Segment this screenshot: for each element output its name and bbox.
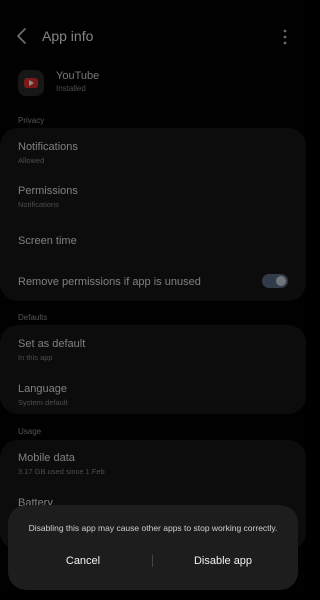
system-nav-bar <box>0 590 306 600</box>
disable-app-dialog: Disabling this app may cause other apps … <box>8 505 298 590</box>
disable-app-button[interactable]: Disable app <box>158 549 288 573</box>
app-info-screen: App info YouTube Installed Privacy Notif… <box>0 0 306 600</box>
cancel-button[interactable]: Cancel <box>18 549 148 573</box>
dialog-message: Disabling this app may cause other apps … <box>28 523 278 533</box>
button-divider <box>152 555 153 567</box>
